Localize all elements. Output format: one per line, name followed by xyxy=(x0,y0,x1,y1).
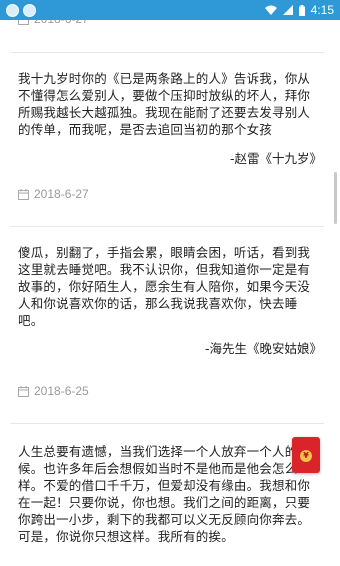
notification-icon xyxy=(23,3,36,17)
quote-author: -海先生《晚安姑娘》 xyxy=(204,341,322,356)
clock: 4:15 xyxy=(310,3,334,17)
quote-text: 人生总要有遗憾，当我们选择一个人放弃一个人的时候。也许多年后会想假如当时不是他而… xyxy=(18,444,311,544)
divider xyxy=(10,226,324,227)
divider xyxy=(10,52,324,53)
quote-text: 傻瓜，别翻了，手指会累，眼睛会困，听话，看到我这里就去睡觉吧。我不认识你，但我知… xyxy=(18,245,311,328)
entry-date-text: 2018-6-27 xyxy=(34,187,89,201)
calendar-icon xyxy=(18,385,29,397)
quote-text: 我十九岁时你的《已是两条路上的人》告诉我，你从不懂得怎么爱别人，要做个压抑时放纵… xyxy=(18,71,311,137)
notification-icon xyxy=(6,3,19,17)
entry-date: 2018-6-25 xyxy=(18,384,89,398)
battery-icon xyxy=(298,4,305,16)
entry-date: 2018-6-27 xyxy=(18,187,89,201)
calendar-icon xyxy=(18,188,29,200)
status-bar: 4:15 xyxy=(0,0,340,20)
entry-date-text: 2018-6-25 xyxy=(34,384,89,398)
divider xyxy=(10,423,324,424)
wifi-icon xyxy=(264,5,277,15)
signal-icon xyxy=(282,5,293,15)
quote-author: -赵雷《十九岁》 xyxy=(229,151,322,166)
scrollbar[interactable] xyxy=(334,172,337,224)
coin-icon: ¥ xyxy=(300,450,312,462)
red-packet-button[interactable]: ¥ xyxy=(292,437,320,473)
quote-feed[interactable]: 2018-6-27 我十九岁时你的《已是两条路上的人》告诉我，你从不懂得怎么爱别… xyxy=(0,0,340,566)
